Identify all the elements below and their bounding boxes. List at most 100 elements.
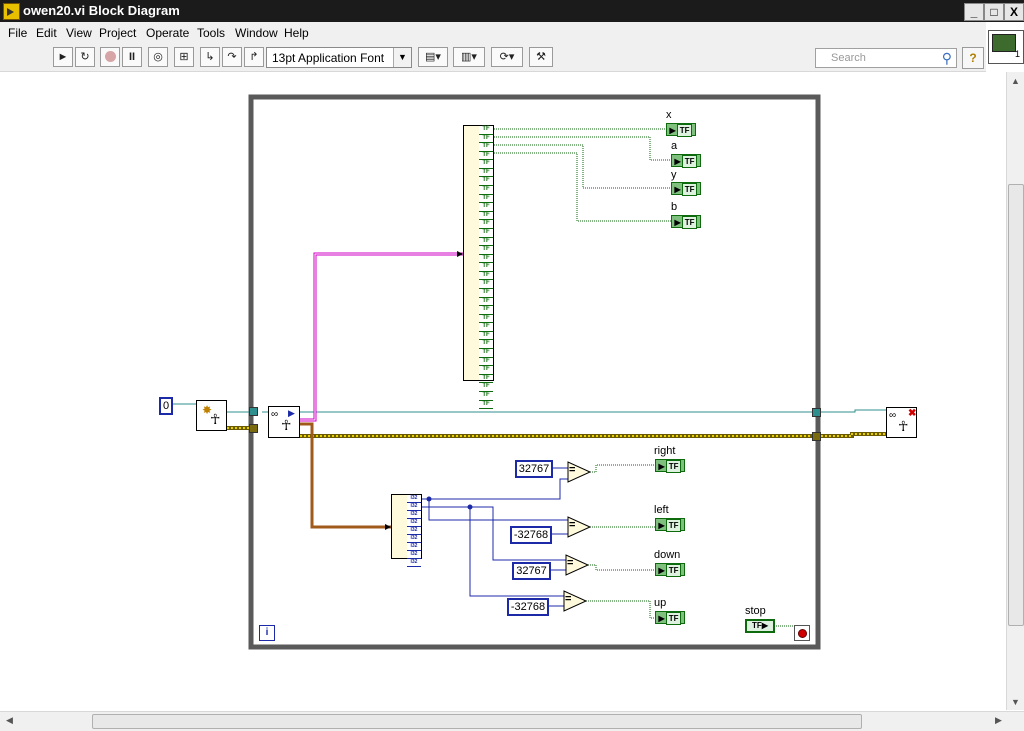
indicator-up[interactable]: ▶ TF	[655, 611, 685, 625]
wire-down	[588, 564, 655, 571]
loop-condition-terminal[interactable]	[794, 625, 810, 641]
menu-window[interactable]: Window	[235, 26, 278, 40]
boolean-output-element: TF	[479, 238, 493, 247]
retain-wire-values-icon[interactable]: ⊞	[174, 47, 194, 67]
wire-right	[590, 464, 655, 473]
constant-left-value[interactable]: -32768	[510, 526, 552, 544]
menu-project[interactable]: Project	[99, 26, 136, 40]
diagram-wires	[173, 94, 886, 650]
minimize-button[interactable]: _	[964, 3, 984, 21]
step-over-icon[interactable]: ↷	[222, 47, 242, 67]
boolean-output-element: TF	[479, 323, 493, 332]
step-out-icon[interactable]: ↱	[244, 47, 264, 67]
equal-symbol: =	[567, 557, 574, 569]
boolean-output-element: TF	[479, 340, 493, 350]
refnum-tunnel-in[interactable]	[249, 407, 258, 416]
constant-down-value[interactable]: 32767	[512, 562, 551, 580]
close-x-icon: ✖	[908, 408, 917, 419]
maximize-button[interactable]: □	[984, 3, 1004, 21]
scroll-up-icon[interactable]: ▲	[1011, 76, 1020, 86]
boolean-output-element: TF	[479, 306, 493, 315]
menu-file[interactable]: File	[8, 26, 27, 40]
pause-icon[interactable]: II	[122, 47, 142, 67]
acquire-input-node[interactable]: ∞ ☥ ▶	[268, 406, 300, 438]
label-a: a	[671, 140, 678, 152]
int-output-element: I32	[407, 503, 421, 511]
label-y: y	[671, 169, 677, 181]
indicator-right[interactable]: ▶ TF	[655, 459, 685, 473]
int-index-array-node[interactable]	[391, 494, 408, 559]
indicator-down[interactable]: ▶ TF	[655, 563, 685, 577]
indicator-x[interactable]: ▶ TF	[666, 123, 696, 137]
run-icon[interactable]: ►	[53, 47, 73, 67]
indicator-left[interactable]: ▶ TF	[655, 518, 685, 532]
highlight-execution-icon[interactable]: ◎	[148, 47, 168, 67]
int-output-element: I32	[407, 511, 421, 519]
close-button[interactable]: X	[1004, 3, 1024, 21]
boolean-output-element: TF	[479, 272, 493, 281]
step-into-icon[interactable]: ↳	[200, 47, 220, 67]
play-icon: ▶	[288, 408, 295, 418]
distribute-objects-icon[interactable]: ▥▾	[453, 47, 485, 67]
int-output-element: I32	[407, 535, 421, 543]
menu-tools[interactable]: Tools	[197, 26, 225, 40]
horizontal-scrollbar[interactable]: ◀ ▶	[0, 711, 1024, 731]
vi-icon[interactable]: 1	[988, 30, 1024, 64]
equal-symbol: =	[569, 519, 576, 531]
label-b: b	[671, 201, 678, 213]
font-selector[interactable]: 13pt Application Font ▼	[266, 47, 412, 68]
reorder-icon[interactable]: ⟳▾	[491, 47, 523, 67]
constant-up-value[interactable]: -32768	[507, 598, 549, 616]
refnum-tunnel-out[interactable]	[812, 408, 821, 417]
error-tunnel-in[interactable]	[249, 424, 258, 433]
data-icon: ∞	[889, 410, 897, 421]
initialize-joystick-node[interactable]: ✸ ☥	[196, 400, 227, 431]
indicator-a[interactable]: ▶ TF	[671, 154, 701, 168]
align-objects-icon[interactable]: ▤▾	[418, 47, 448, 67]
search-input[interactable]: Search ⚲	[815, 48, 957, 68]
boolean-output-element: TF	[479, 212, 493, 221]
boolean-output-element: TF	[479, 186, 493, 195]
label-down: down	[654, 549, 681, 561]
scroll-down-icon[interactable]: ▼	[1011, 697, 1020, 707]
stop-control[interactable]: TF▶	[745, 619, 775, 633]
error-tunnel-out[interactable]	[812, 432, 821, 441]
iteration-terminal[interactable]: i	[259, 625, 275, 641]
constant-right-value[interactable]: 32767	[515, 460, 553, 478]
boolean-output-element: TF	[479, 220, 493, 229]
vi-icon-number: 1	[1015, 49, 1021, 59]
horizontal-scroll-thumb[interactable]	[92, 714, 862, 729]
menu-view[interactable]: View	[66, 26, 92, 40]
vertical-scroll-thumb[interactable]	[1008, 184, 1024, 626]
int-output-element: I32	[407, 527, 421, 535]
wire-up	[586, 600, 655, 619]
equal-symbol: =	[569, 464, 576, 476]
menu-edit[interactable]: Edit	[36, 26, 57, 40]
clean-up-diagram-icon[interactable]: ⚒	[529, 47, 553, 67]
search-icon[interactable]: ⚲	[942, 50, 952, 67]
title-bar: owen20.vi Block Diagram _ □ X	[0, 0, 1024, 22]
window-title: owen20.vi Block Diagram	[23, 3, 180, 18]
scroll-left-icon[interactable]: ◀	[6, 715, 13, 726]
scroll-right-icon[interactable]: ▶	[995, 715, 1002, 726]
boolean-output-element: TF	[479, 135, 493, 144]
help-button[interactable]: ?	[962, 47, 984, 69]
int-index-array-outputs: I32 I32 I32 I32 I32 I32 I32 I32 I32	[407, 494, 422, 567]
menu-operate[interactable]: Operate	[146, 26, 189, 40]
constant-zero[interactable]: 0	[159, 397, 173, 415]
indicator-y[interactable]: ▶ TF	[671, 182, 701, 196]
boolean-index-array-outputs: TF TF TF TF TF TF TF TF TF TF TF TF TF TF TF TF TF TF TF TF…	[479, 125, 494, 410]
indicator-b[interactable]: ▶ TF	[671, 215, 701, 229]
run-continuously-icon[interactable]: ↻	[75, 47, 95, 67]
vertical-scrollbar[interactable]: ▲ ▼	[1006, 72, 1024, 710]
menu-help[interactable]: Help	[284, 26, 309, 40]
int-output-element: I32	[407, 495, 421, 503]
joystick-icon: ☥	[210, 411, 221, 427]
close-joystick-node[interactable]: ∞ ☥ ✖	[886, 407, 917, 438]
abort-icon[interactable]	[100, 47, 120, 67]
label-x: x	[666, 109, 672, 121]
boolean-output-element: TF	[479, 203, 493, 212]
boolean-output-element: TF	[479, 349, 493, 358]
boolean-index-array-node[interactable]	[463, 125, 480, 381]
font-selector-value: 13pt Application Font	[272, 51, 385, 65]
